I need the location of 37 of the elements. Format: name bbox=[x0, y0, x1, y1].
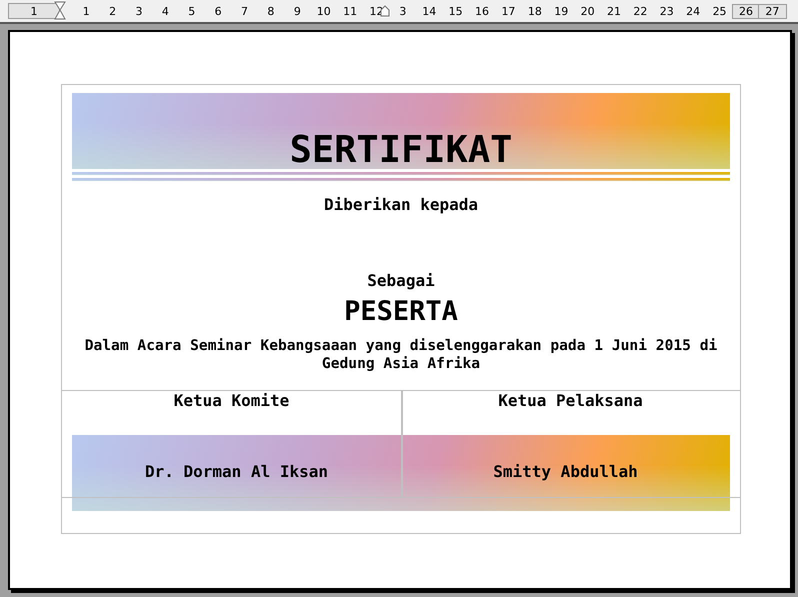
event-description: Dalam Acara Seminar Kebangsaaan yang diselenggarakan pada 1 Juni 2015 di Gedung Asia Afrika bbox=[84, 337, 718, 372]
ruler-number: 9 bbox=[292, 4, 302, 18]
ruler-number: 15 bbox=[448, 4, 464, 18]
ruler-number: 7 bbox=[240, 4, 250, 18]
ruler-number: 3 bbox=[134, 4, 144, 18]
ruler-number: 20 bbox=[580, 4, 596, 18]
ruler-number: 22 bbox=[632, 4, 648, 18]
signatory-name: Dr. Dorman Al Iksan bbox=[144, 462, 328, 480]
role-label: Sebagai bbox=[366, 271, 436, 290]
signatory-name: Smitty Abdullah bbox=[493, 462, 638, 480]
ruler-number: 3 bbox=[398, 4, 408, 18]
signatory-title: Ketua Komite bbox=[172, 391, 290, 410]
signatory-title: Ketua Pelaksana bbox=[497, 391, 644, 410]
certificate-title: SERTIFIKAT bbox=[290, 131, 512, 168]
ruler-number: 6 bbox=[214, 4, 223, 18]
ruler-number: 23 bbox=[658, 4, 675, 18]
ruler-number: 5 bbox=[187, 4, 196, 18]
ruler-number: 4 bbox=[160, 4, 170, 18]
ruler-number: 1 bbox=[82, 4, 91, 18]
ruler-number: 1 bbox=[30, 4, 38, 18]
ruler-number: 21 bbox=[606, 4, 622, 18]
role-title: PESERTA bbox=[343, 296, 459, 327]
ruler-number: 17 bbox=[500, 4, 516, 18]
ruler-number: 10 bbox=[316, 4, 332, 18]
ruler-number: 2 bbox=[108, 4, 118, 18]
indent-marker-icon[interactable] bbox=[54, 1, 66, 21]
ruler-number: 27 bbox=[759, 4, 786, 18]
recipient-label: Diberikan kepada bbox=[322, 195, 480, 214]
ruler-number: 14 bbox=[421, 4, 438, 18]
ruler-number: 16 bbox=[474, 4, 490, 18]
ruler-number: 25 bbox=[712, 4, 728, 18]
ruler-number: 19 bbox=[553, 4, 570, 18]
ruler-number: 24 bbox=[685, 4, 702, 18]
ruler-number: 8 bbox=[266, 4, 276, 18]
ruler-number: 11 bbox=[342, 4, 358, 18]
ruler-number: 26 bbox=[732, 4, 760, 18]
ruler-number: 18 bbox=[526, 4, 543, 18]
